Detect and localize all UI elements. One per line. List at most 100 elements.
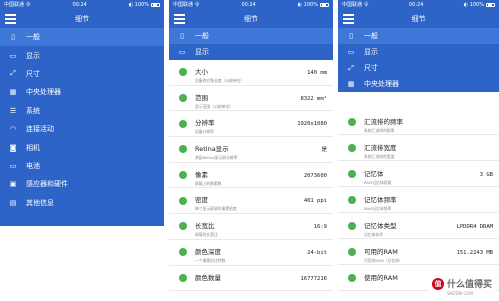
list-item[interactable]: 大小 140 mm 设备的对角长度（公制单位）	[169, 60, 333, 86]
watermark-text: 什么值得买	[446, 280, 492, 290]
resize-icon: ⤢	[348, 63, 354, 72]
list-item[interactable]: 密度 401 ppi 每寸显示屏幕的像素密度	[169, 188, 333, 215]
row-sub: 设备的对角长度（公制单位）	[195, 78, 245, 83]
list-item[interactable]: 记忆体类型 LPDDR4 DRAM 记忆体技术	[338, 213, 499, 239]
row-sub: 屏幕的长宽比	[195, 232, 218, 238]
row-label: 颜色数量	[195, 273, 221, 282]
smzdm-logo-icon: 值	[431, 278, 444, 290]
menu-item-general[interactable]: ▯ 一般	[169, 28, 333, 44]
menu-item-label: 中央处理器	[26, 88, 61, 97]
menu-item-label: 显示	[364, 48, 378, 56]
status-dot	[179, 273, 187, 282]
resize-icon: ⤢	[10, 69, 16, 78]
display-detail-list: 大小 140 mm 设备的对角长度（公制单位） 范围 8322 mm² 显示范围（公制单…	[169, 60, 333, 292]
list-item[interactable]: 颜色数量 16777216	[169, 266, 333, 292]
list-item[interactable]: Retina显示 是其配Retina显示屏分辨率	[169, 137, 333, 163]
list-item[interactable]: 范围 8322 mm² 显示范围（公制单位）	[169, 86, 333, 112]
status-dot	[179, 248, 187, 257]
status-dot	[179, 145, 187, 154]
row-label: 可用的RAM	[364, 248, 398, 256]
row-value: 8322 mm²	[300, 95, 328, 102]
menu-item-system[interactable]: ☰ 系统	[0, 102, 164, 120]
page-title: 细节	[75, 14, 89, 23]
battery-icon	[319, 2, 329, 7]
watermark: 值 什么值得买 SMZDM.COM	[428, 271, 495, 297]
row-value: 1920x1080	[297, 121, 327, 128]
list-item[interactable]: 像素 2073600 屏幕上的像素数	[169, 163, 333, 189]
list-item[interactable]: 记忆体频率 RAM记忆体频率	[338, 187, 499, 213]
status-dot	[179, 68, 187, 77]
list-item[interactable]: 记忆体 3 GB RAM记忆体容量	[338, 161, 499, 187]
status-dot	[348, 117, 356, 126]
menu-item-general[interactable]: ▯ 一般	[0, 28, 164, 47]
menu-item-label: 其他信息	[26, 198, 54, 207]
row-value: 3 GB	[479, 172, 493, 178]
list-item[interactable]: 汇流排的频率 系统汇流排的频率	[338, 109, 499, 135]
row-sub: 记忆体技术	[364, 232, 383, 237]
row-sub: RAM记忆体频率	[364, 206, 392, 211]
row-value: 16:9	[313, 224, 327, 231]
row-label: 使用的RAM	[364, 274, 398, 282]
menu-item-other-info[interactable]: ▤ 其他信息	[0, 194, 164, 212]
carrier-text: 中国联通 令	[342, 2, 369, 8]
hamburger-icon[interactable]	[174, 14, 185, 24]
menu-item-label: 连接活动	[26, 125, 54, 134]
row-label: 长宽比	[195, 222, 215, 231]
row-label: 像素	[195, 170, 208, 179]
watermark-url: SMZDM.COM	[446, 291, 473, 296]
menu-item-connectivity[interactable]: ◠ 连接活动	[0, 120, 164, 138]
carrier-text: 中国联通 令	[4, 2, 31, 8]
battery-icon	[485, 2, 495, 7]
list-item[interactable]: 汇流排宽度 系统汇流排的宽度	[338, 135, 499, 161]
row-value: LPDDR4 DRAM	[456, 224, 493, 230]
row-value: 140 mm	[307, 70, 327, 76]
list-item[interactable]: 颜色深度 24-bit 一个像素的比特数	[169, 240, 333, 266]
row-sub: 系统汇流排的宽度	[364, 154, 395, 159]
status-dot	[179, 222, 187, 231]
row-label: 记忆体频率	[364, 196, 397, 204]
wifi-icon: ◠	[9, 125, 17, 134]
menu-item-display[interactable]: ▭ 显示	[169, 44, 333, 60]
row-sub: 其配Retina显示屏分辨率	[195, 155, 238, 161]
info-icon: ▤	[9, 198, 17, 207]
row-sub: 显示范围（公制单位）	[195, 103, 233, 109]
battery-text: ◐ 100%	[297, 1, 318, 8]
phone-screen-display: 中国联通 令 00:24 ◐ 100% 细节 ▯ 一般 ▭ 显示 大小 140 mm 设…	[169, 0, 333, 301]
menu-item-display[interactable]: ▭ 显示	[0, 46, 164, 64]
menu-item-label: 显示	[26, 51, 40, 60]
list-item[interactable]: 长宽比 16:9 屏幕的长宽比	[169, 214, 333, 240]
menu-item-size[interactable]: ⤢ 尺寸	[338, 60, 499, 76]
drawer-menu-partial: ▯ 一般 ▭ 显示 ⤢ 尺寸 ▦ 中央处理器	[338, 28, 499, 92]
hamburger-icon[interactable]	[5, 14, 16, 24]
row-sub: 可用的RAM（记忆体）	[364, 258, 403, 263]
clock-text: 00:24	[241, 1, 256, 8]
row-label: 密度	[195, 196, 208, 205]
row-sub: 屏幕上的像素数	[195, 180, 222, 186]
menu-item-general[interactable]: ▯ 一般	[338, 28, 499, 44]
status-dot	[348, 195, 356, 204]
menu-item-camera[interactable]: ◙ 相机	[0, 138, 164, 156]
menu-item-label: 一般	[195, 32, 209, 40]
menu-item-label: 尺寸	[364, 64, 378, 72]
menu-item-label: 显示	[195, 48, 209, 56]
menu-item-size[interactable]: ⤢ 尺寸	[0, 65, 164, 83]
list-item[interactable]: 可用的RAM 151.2243 MB 可用的RAM（记忆体）	[338, 239, 499, 265]
app-header: 细节	[169, 9, 333, 28]
hamburger-icon[interactable]	[343, 14, 354, 24]
row-sub: RAM记忆体容量	[364, 180, 392, 185]
menu-item-cpu[interactable]: ▦ 中央处理器	[0, 83, 164, 101]
menu-item-display[interactable]: ▭ 显示	[338, 44, 499, 60]
row-value: 是	[321, 147, 327, 154]
status-bar: 中国联通 令 00:24 ◐ 100%	[0, 0, 164, 9]
row-label: 记忆体	[364, 170, 384, 178]
menu-item-sensors[interactable]: ▣ 感应器和硬件	[0, 175, 164, 193]
status-dot	[348, 143, 356, 152]
phone-screen-cpu: 中国联通 令 00:24 ◐ 100% 细节 ▯ 一般 ▭ 显示 ⤢ 尺寸 ▦ 中央处理…	[338, 0, 499, 301]
menu-item-battery[interactable]: ▭ 电池	[0, 157, 164, 175]
cpu-icon: ▦	[347, 80, 355, 88]
list-item[interactable]: 分辨率 1920x1080 设备分辨率	[169, 111, 333, 138]
menu-item-cpu[interactable]: ▦ 中央处理器	[338, 76, 499, 92]
menu-item-label: 一般	[364, 32, 378, 40]
row-sub: 一个像素的比特数	[195, 257, 226, 263]
row-value: 401 ppi	[303, 198, 327, 205]
